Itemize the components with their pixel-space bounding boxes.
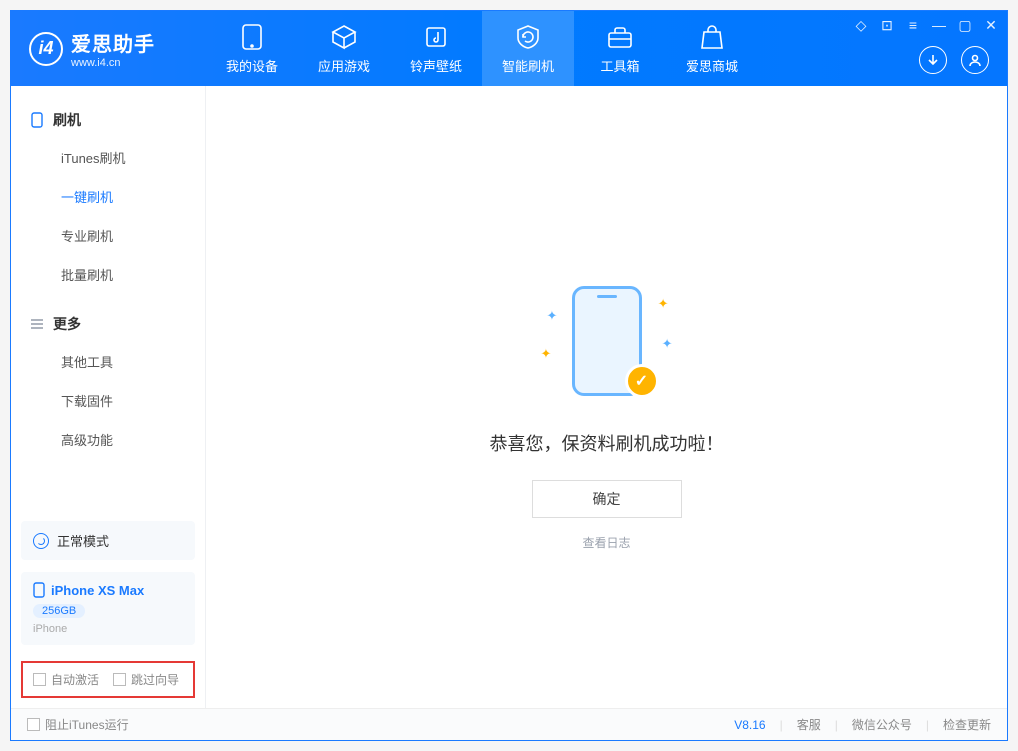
device-name: iPhone XS Max <box>51 583 144 598</box>
menu-icon[interactable]: ≡ <box>905 17 921 34</box>
tab-toolbox[interactable]: 工具箱 <box>574 11 666 86</box>
separator: | <box>926 718 929 732</box>
success-message: 恭喜您，保资料刷机成功啦！ <box>490 430 724 456</box>
group-more[interactable]: 更多 <box>11 306 205 342</box>
app-site: www.i4.cn <box>71 57 155 69</box>
tab-label: 智能刷机 <box>502 56 554 75</box>
minimize-button[interactable]: — <box>931 17 947 34</box>
checkbox-icon <box>27 718 40 731</box>
app-window: i4 爱思助手 www.i4.cn 我的设备 应用游戏 铃声壁纸 智能刷机 <box>10 10 1008 741</box>
header-actions <box>919 46 989 74</box>
tab-my-device[interactable]: 我的设备 <box>206 11 298 86</box>
tab-store[interactable]: 爱思商城 <box>666 11 758 86</box>
link-support[interactable]: 客服 <box>797 716 821 733</box>
group-flash[interactable]: 刷机 <box>11 102 205 138</box>
feedback-icon[interactable]: ⊡ <box>879 17 895 34</box>
flash-options: 自动激活 跳过向导 <box>21 661 195 698</box>
app-title: 爱思助手 <box>71 28 155 57</box>
sidebar-item-advanced[interactable]: 高级功能 <box>11 420 205 459</box>
sidebar-item-pro-flash[interactable]: 专业刷机 <box>11 216 205 255</box>
tab-apps-games[interactable]: 应用游戏 <box>298 11 390 86</box>
logo-icon: i4 <box>29 32 63 66</box>
link-check-update[interactable]: 检查更新 <box>943 716 991 733</box>
user-button[interactable] <box>961 46 989 74</box>
sidebar: 刷机 iTunes刷机 一键刷机 专业刷机 批量刷机 更多 其他工具 下载固件 … <box>11 86 206 708</box>
sidebar-item-itunes-flash[interactable]: iTunes刷机 <box>11 138 205 177</box>
version-label: V8.16 <box>734 718 765 732</box>
checkbox-label: 阻止iTunes运行 <box>45 716 129 733</box>
download-button[interactable] <box>919 46 947 74</box>
tab-label: 爱思商城 <box>686 56 738 75</box>
sidebar-item-oneclick-flash[interactable]: 一键刷机 <box>11 177 205 216</box>
close-button[interactable]: ✕ <box>983 17 999 34</box>
toolbox-icon <box>606 23 634 51</box>
sparkle-icon: ✦ <box>547 308 558 324</box>
ok-button[interactable]: 确定 <box>532 480 682 518</box>
footer-right: V8.16 | 客服 | 微信公众号 | 检查更新 <box>734 716 991 733</box>
tab-label: 我的设备 <box>226 56 278 75</box>
device-card[interactable]: iPhone XS Max 256GB iPhone <box>21 572 195 645</box>
checkbox-icon <box>33 673 46 686</box>
mode-label: 正常模式 <box>57 531 109 550</box>
phone-icon <box>29 112 45 128</box>
sidebar-item-other-tools[interactable]: 其他工具 <box>11 342 205 381</box>
logo-area: i4 爱思助手 www.i4.cn <box>11 28 206 69</box>
separator: | <box>835 718 838 732</box>
sparkle-icon: ✦ <box>658 296 669 312</box>
device-icon <box>238 23 266 51</box>
cube-icon <box>330 23 358 51</box>
device-name-row: iPhone XS Max <box>33 582 183 598</box>
success-illustration: ✦ ✦ ✦ ✦ ✓ <box>547 286 667 406</box>
checkbox-skip-guide[interactable]: 跳过向导 <box>113 671 179 688</box>
checkbox-label: 跳过向导 <box>131 671 179 688</box>
device-capacity: 256GB <box>33 604 85 618</box>
checkbox-label: 自动激活 <box>51 671 99 688</box>
refresh-shield-icon <box>514 23 542 51</box>
nav-tabs: 我的设备 应用游戏 铃声壁纸 智能刷机 工具箱 爱思商城 <box>206 11 758 86</box>
view-log-link[interactable]: 查看日志 <box>582 534 630 551</box>
checkbox-block-itunes[interactable]: 阻止iTunes运行 <box>27 716 129 733</box>
bag-icon <box>698 23 726 51</box>
group-title: 更多 <box>53 314 81 334</box>
mode-icon <box>33 533 49 549</box>
list-icon <box>29 316 45 332</box>
sparkle-icon: ✦ <box>662 336 673 352</box>
sidebar-item-download-firmware[interactable]: 下载固件 <box>11 381 205 420</box>
checkbox-icon <box>113 673 126 686</box>
tab-label: 铃声壁纸 <box>410 56 462 75</box>
window-controls: ◇ ⊡ ≡ — ▢ ✕ <box>853 17 999 34</box>
device-mode[interactable]: 正常模式 <box>21 521 195 560</box>
phone-icon <box>33 582 45 598</box>
sparkle-icon: ✦ <box>541 346 552 362</box>
separator: | <box>780 718 783 732</box>
music-note-icon <box>422 23 450 51</box>
main-panel: ✦ ✦ ✦ ✦ ✓ 恭喜您，保资料刷机成功啦！ 确定 查看日志 <box>206 86 1007 708</box>
checkbox-auto-activate[interactable]: 自动激活 <box>33 671 99 688</box>
tab-ring-wallpaper[interactable]: 铃声壁纸 <box>390 11 482 86</box>
logo-text: 爱思助手 www.i4.cn <box>71 28 155 69</box>
group-title: 刷机 <box>53 110 81 130</box>
sidebar-menu: 刷机 iTunes刷机 一键刷机 专业刷机 批量刷机 更多 其他工具 下载固件 … <box>11 86 205 515</box>
tab-label: 应用游戏 <box>318 56 370 75</box>
skin-icon[interactable]: ◇ <box>853 17 869 34</box>
maximize-button[interactable]: ▢ <box>957 17 973 34</box>
tab-label: 工具箱 <box>600 56 639 75</box>
body: 刷机 iTunes刷机 一键刷机 专业刷机 批量刷机 更多 其他工具 下载固件 … <box>11 86 1007 708</box>
status-bar: 阻止iTunes运行 V8.16 | 客服 | 微信公众号 | 检查更新 <box>11 708 1007 740</box>
footer-left: 阻止iTunes运行 <box>27 716 129 733</box>
link-wechat[interactable]: 微信公众号 <box>852 716 912 733</box>
tab-smart-flash[interactable]: 智能刷机 <box>482 11 574 86</box>
header: i4 爱思助手 www.i4.cn 我的设备 应用游戏 铃声壁纸 智能刷机 <box>11 11 1007 86</box>
sidebar-item-batch-flash[interactable]: 批量刷机 <box>11 255 205 294</box>
check-icon: ✓ <box>625 364 659 398</box>
device-type: iPhone <box>33 623 183 635</box>
